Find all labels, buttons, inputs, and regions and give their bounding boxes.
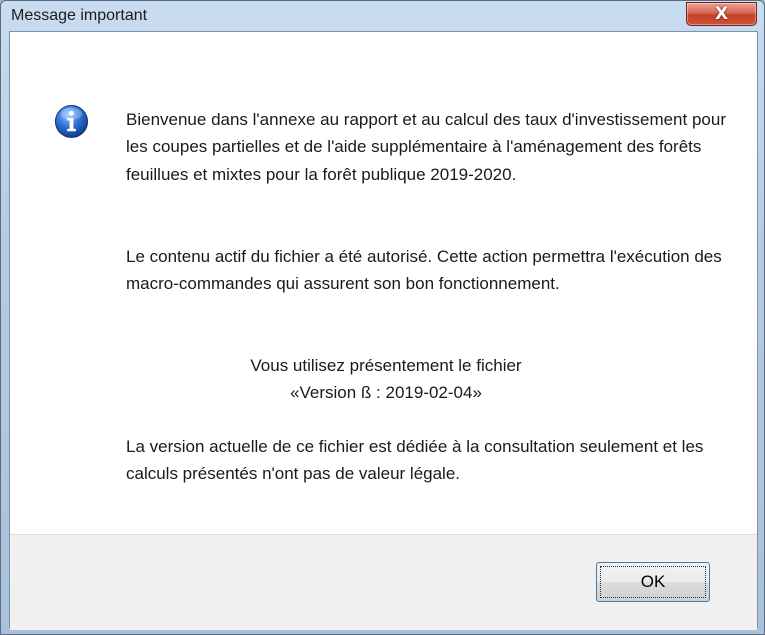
close-icon: X xyxy=(714,4,729,24)
dialog-title: Message important xyxy=(11,7,148,24)
version-paragraph: Vous utilisez présentement le fichier «V… xyxy=(126,352,646,407)
version-intro: Vous utilisez présentement le fichier xyxy=(250,356,522,375)
dialog-client-area: Bienvenue dans l'annexe au rapport et au… xyxy=(9,31,758,630)
version-value: «Version ß : 2019-02-04» xyxy=(290,383,482,403)
disclaimer-paragraph: La version actuelle de ce fichier est dé… xyxy=(126,437,704,484)
title-bar[interactable]: Message important X xyxy=(1,1,764,31)
button-bar: OK xyxy=(10,534,757,630)
info-icon xyxy=(54,104,89,139)
message-dialog: Message important X Bienvenue dans l'ann… xyxy=(0,0,765,635)
message-area: Bienvenue dans l'annexe au rapport et au… xyxy=(10,32,757,534)
close-button[interactable]: X xyxy=(686,2,757,26)
welcome-paragraph: Bienvenue dans l'annexe au rapport et au… xyxy=(126,110,726,184)
macro-paragraph: Le contenu actif du fichier a été autori… xyxy=(126,247,722,294)
ok-button-label: OK xyxy=(640,572,666,591)
ok-button[interactable]: OK xyxy=(596,562,710,602)
